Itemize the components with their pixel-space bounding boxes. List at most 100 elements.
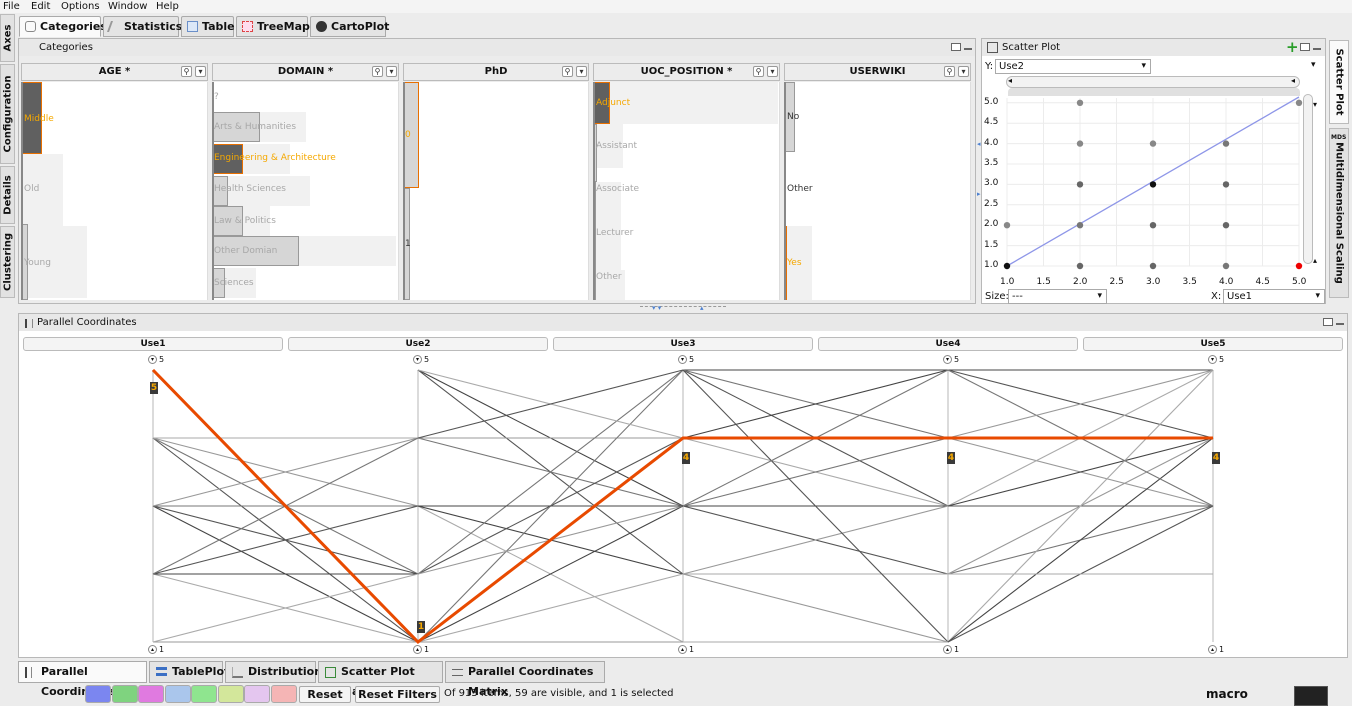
color-swatch-button[interactable]: [217, 685, 244, 703]
tab-scatter-plot-matrix[interactable]: Scatter Plot Matrix: [318, 661, 443, 698]
column-header-userwiki[interactable]: USERWIKI ⚲ ▾: [784, 63, 971, 81]
zoom-icon[interactable]: ⚲: [562, 66, 573, 77]
color-swatch-button[interactable]: [111, 685, 138, 703]
category-label[interactable]: Engineering & Architecture: [214, 153, 336, 163]
size-select[interactable]: ---: [1008, 289, 1107, 304]
tab-distributions[interactable]: Distributions: [225, 661, 329, 683]
minimize-icon[interactable]: [1313, 48, 1321, 50]
chevron-down-icon[interactable]: ▾: [767, 66, 778, 77]
scatter-point[interactable]: [1149, 262, 1157, 270]
color-swatch-button[interactable]: [85, 685, 111, 703]
scatter-point[interactable]: [1149, 140, 1157, 147]
minimize-icon[interactable]: [964, 48, 972, 50]
category-label[interactable]: Middle: [24, 114, 54, 124]
add-icon[interactable]: +: [1286, 39, 1299, 56]
category-label[interactable]: Associate: [596, 184, 639, 194]
side-tab-clustering[interactable]: Clustering: [0, 226, 15, 298]
x-axis-select[interactable]: Use1: [1223, 289, 1325, 304]
scatter-point[interactable]: [1076, 140, 1084, 147]
category-label[interactable]: Sciences: [214, 278, 254, 288]
category-label[interactable]: ?: [214, 92, 219, 102]
category-label[interactable]: Other: [596, 272, 622, 282]
menu-options[interactable]: Options: [61, 0, 100, 13]
category-label[interactable]: Other: [787, 184, 813, 194]
scatter-options-chevron-icon[interactable]: ▾: [1311, 60, 1316, 70]
color-swatch-button[interactable]: [138, 685, 164, 703]
menu-file[interactable]: File: [3, 0, 20, 13]
category-label[interactable]: Assistant: [596, 141, 637, 151]
tab-parallel-coordinates-matrix[interactable]: Parallel Coordinates Matrix: [445, 661, 605, 698]
collapse-right-icon[interactable]: ▸: [977, 190, 981, 198]
side-tab-configuration[interactable]: Configuration: [0, 64, 15, 164]
scatter-point[interactable]: [1076, 181, 1084, 188]
menu-edit[interactable]: Edit: [31, 0, 50, 13]
zoom-icon[interactable]: ⚲: [944, 66, 955, 77]
collapse-up-icon[interactable]: ▴: [700, 304, 704, 312]
category-label[interactable]: Lecturer: [596, 228, 633, 238]
collapse-down-icon[interactable]: ▾ ▾: [652, 304, 661, 312]
chevron-down-icon[interactable]: ▾: [386, 66, 397, 77]
chevron-down-icon[interactable]: ▾: [958, 66, 969, 77]
side-tab-multidimensional-scaling[interactable]: Multidimensional Scaling: [1329, 128, 1349, 298]
slider-right-arrow-icon[interactable]: ◂: [1291, 76, 1295, 85]
tab-cartoplot[interactable]: CartoPlot: [310, 16, 389, 37]
category-label[interactable]: 1: [405, 239, 411, 249]
slider-left-arrow-icon[interactable]: ◂: [1008, 76, 1012, 85]
category-label[interactable]: Old: [24, 184, 39, 194]
side-tab-axes[interactable]: Axes: [0, 14, 15, 62]
category-label[interactable]: Other Domian: [214, 246, 277, 256]
reset-filters-button[interactable]: Reset Filters: [355, 686, 440, 703]
scatter-point[interactable]: [1295, 262, 1303, 270]
axis-header-use3[interactable]: Use3: [553, 337, 813, 351]
reset-button[interactable]: Reset: [299, 686, 351, 703]
zoom-icon[interactable]: ⚲: [372, 66, 383, 77]
category-label[interactable]: Adjunct: [596, 98, 630, 108]
maximize-icon[interactable]: [1323, 318, 1333, 326]
minimize-icon[interactable]: [1336, 323, 1344, 325]
axis-header-use1[interactable]: Use1: [23, 337, 283, 351]
maximize-icon[interactable]: [1300, 43, 1310, 51]
column-header-phd[interactable]: PhD ⚲ ▾: [403, 63, 589, 81]
color-swatch-button[interactable]: [244, 685, 270, 703]
x-range-slider[interactable]: [1006, 76, 1300, 88]
tab-statistics[interactable]: Statistics: [103, 16, 182, 37]
scatter-point[interactable]: [1222, 181, 1230, 188]
side-tab-scatter-plot[interactable]: Scatter Plot: [1329, 40, 1349, 124]
color-swatch-button[interactable]: [164, 685, 191, 703]
tab-treemap[interactable]: TreeMap: [236, 16, 310, 37]
data-line[interactable]: [682, 573, 949, 643]
side-tab-details[interactable]: Details: [0, 166, 15, 224]
axis-header-use5[interactable]: Use5: [1083, 337, 1343, 351]
scatter-point[interactable]: [1295, 99, 1303, 106]
color-swatch-button[interactable]: [270, 685, 297, 703]
tab-categories[interactable]: Categories: [19, 16, 107, 37]
y-axis-select[interactable]: Use2: [995, 59, 1151, 74]
category-label[interactable]: Health Sciences: [214, 184, 286, 194]
axis-header-use2[interactable]: Use2: [288, 337, 548, 351]
tab-parallel-coordinates[interactable]: Parallel Coordinates: [18, 661, 147, 698]
axis-header-use4[interactable]: Use4: [818, 337, 1078, 351]
category-label[interactable]: 0: [405, 130, 411, 140]
category-label[interactable]: Arts & Humanities: [214, 122, 296, 132]
maximize-icon[interactable]: [951, 43, 961, 51]
scatter-point[interactable]: [1222, 262, 1230, 270]
scatter-point[interactable]: [1149, 222, 1157, 229]
scatter-point[interactable]: [1222, 140, 1230, 147]
scatter-point[interactable]: [1003, 262, 1011, 270]
scatter-point[interactable]: [1076, 262, 1084, 270]
category-label[interactable]: Law & Politics: [214, 216, 276, 226]
scatter-point[interactable]: [1003, 222, 1011, 229]
tab-tableplot[interactable]: TablePlot: [149, 661, 229, 683]
collapse-left-icon[interactable]: ◂: [977, 140, 981, 148]
tab-table[interactable]: Table: [181, 16, 235, 37]
column-header-domain[interactable]: DOMAIN * ⚲ ▾: [212, 63, 399, 81]
data-line[interactable]: [417, 573, 684, 643]
category-label[interactable]: Young: [24, 258, 51, 268]
color-swatch-button[interactable]: [191, 685, 217, 703]
chevron-down-icon[interactable]: ▾: [576, 66, 587, 77]
scatter-point[interactable]: [1076, 222, 1084, 229]
scatter-point[interactable]: [1076, 99, 1084, 106]
column-header-uoc-position[interactable]: UOC_POSITION * ⚲ ▾: [593, 63, 780, 81]
menu-help[interactable]: Help: [156, 0, 179, 13]
scatter-point[interactable]: [1149, 181, 1157, 188]
